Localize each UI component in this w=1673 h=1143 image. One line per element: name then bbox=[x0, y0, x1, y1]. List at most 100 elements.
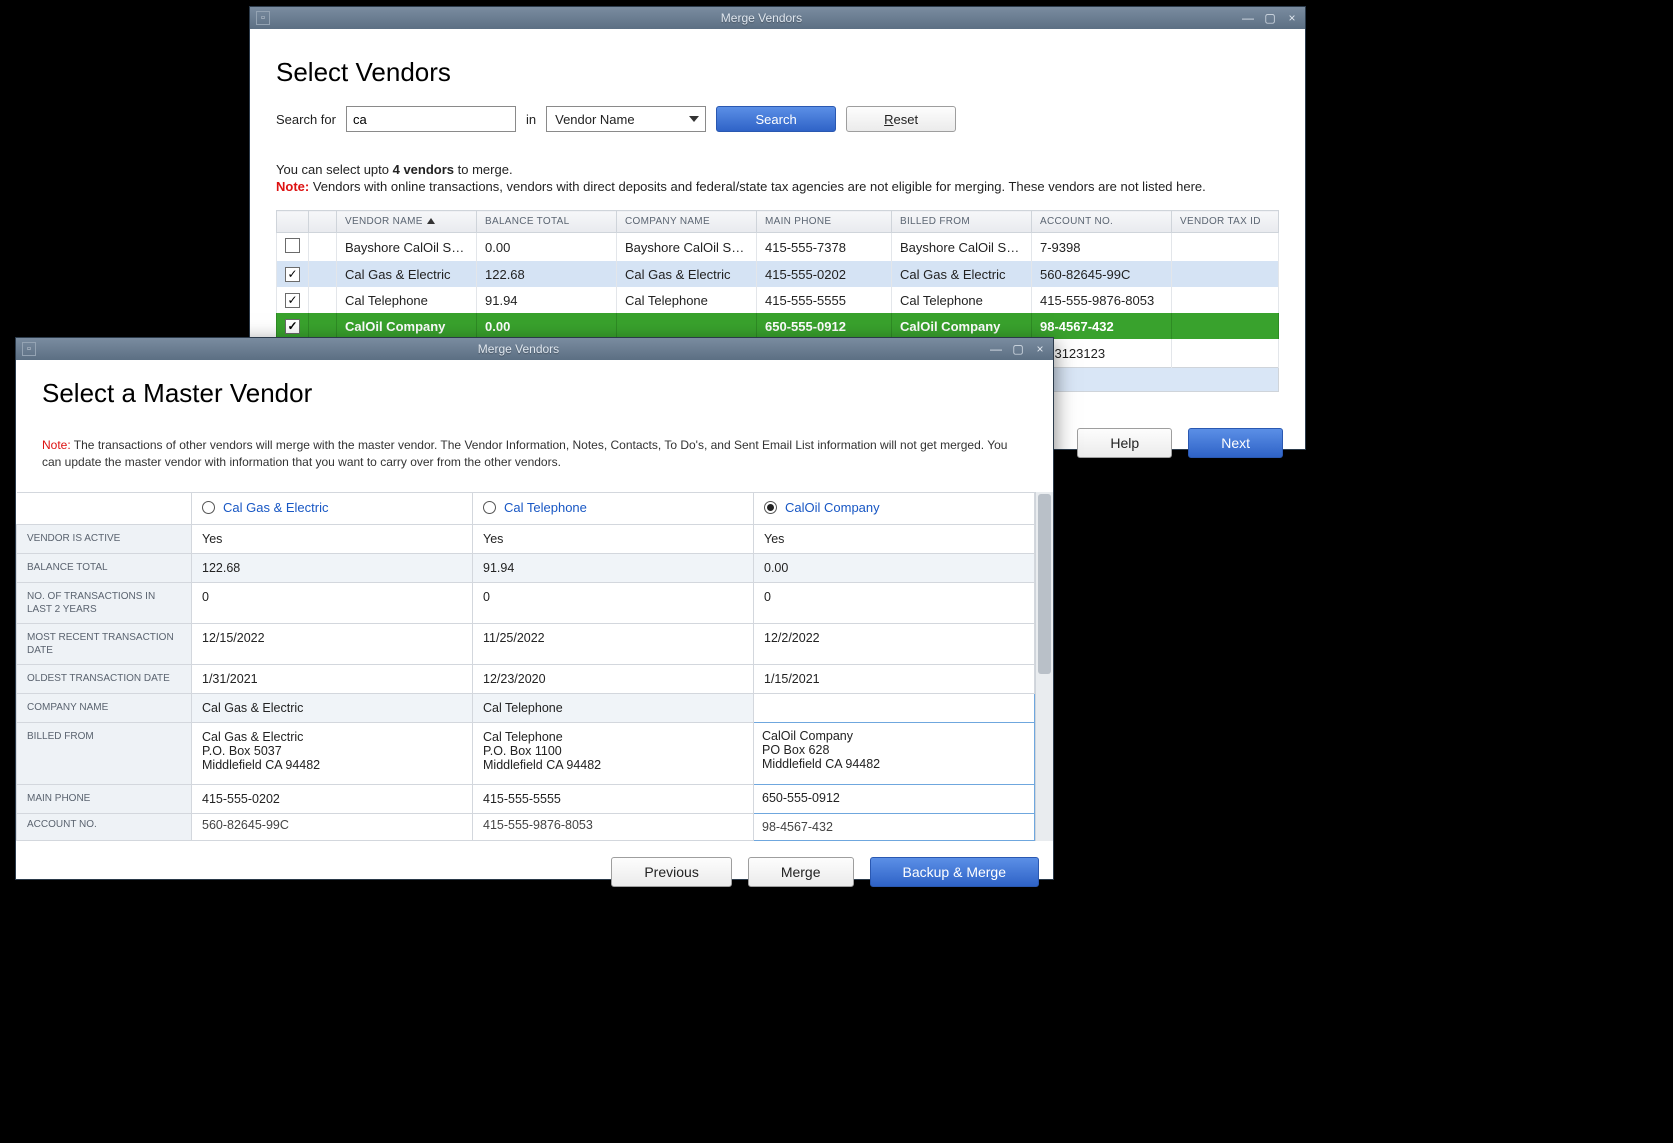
window-select-master-vendor: ▫ Merge Vendors — ▢ × Select a Master Ve… bbox=[15, 337, 1054, 880]
minimize-icon[interactable]: — bbox=[1241, 11, 1255, 25]
grid-row: NO. OF TRANSACTIONS IN LAST 2 YEARS000 bbox=[17, 582, 1035, 623]
grid-cell: 1/31/2021 bbox=[192, 664, 473, 693]
row-checkbox[interactable] bbox=[285, 293, 300, 308]
search-for-label: Search for bbox=[276, 112, 336, 127]
grid-cell: 415-555-5555 bbox=[473, 784, 754, 813]
grid-row: VENDOR IS ACTIVEYesYesYes bbox=[17, 524, 1035, 553]
col-vendor-name[interactable]: VENDOR NAME bbox=[337, 211, 477, 233]
col-checkbox[interactable] bbox=[277, 211, 309, 233]
grid-cell: Cal Gas & Electric bbox=[192, 693, 473, 722]
select-limit-info: You can select upto 4 vendors to merge. bbox=[276, 162, 1279, 177]
maximize-icon[interactable]: ▢ bbox=[1011, 342, 1025, 356]
grid-row: MOST RECENT TRANSACTION DATE12/15/202211… bbox=[17, 623, 1035, 664]
titlebar-back[interactable]: ▫ Merge Vendors — ▢ × bbox=[250, 7, 1305, 29]
grid-cell: Yes bbox=[473, 524, 754, 553]
grid-row: BILLED FROMCal Gas & Electric P.O. Box 5… bbox=[17, 722, 1035, 784]
vertical-scrollbar[interactable] bbox=[1035, 492, 1053, 841]
grid-cell: Yes bbox=[754, 524, 1035, 553]
col-vendor-tax-id[interactable]: VENDOR TAX ID bbox=[1172, 211, 1279, 233]
titlebar-front[interactable]: ▫ Merge Vendors — ▢ × bbox=[16, 338, 1053, 360]
grid-cell: 560-82645-99C bbox=[192, 813, 473, 840]
close-icon[interactable]: × bbox=[1285, 11, 1299, 25]
page-title: Select Vendors bbox=[276, 57, 1279, 88]
grid-cell: 12/15/2022 bbox=[192, 623, 473, 664]
grid-cell: 122.68 bbox=[192, 553, 473, 582]
window-title: Merge Vendors bbox=[48, 342, 989, 356]
row-label: MOST RECENT TRANSACTION DATE bbox=[17, 623, 192, 664]
master-vendor-grid: Cal Gas & Electric Cal Telephone CalOil … bbox=[16, 492, 1035, 841]
search-field-select[interactable]: Vendor Name bbox=[546, 106, 706, 132]
grid-cell[interactable] bbox=[754, 693, 1035, 722]
grid-row: MAIN PHONE415-555-0202415-555-5555650-55… bbox=[17, 784, 1035, 813]
col-blank bbox=[309, 211, 337, 233]
maximize-icon[interactable]: ▢ bbox=[1263, 11, 1277, 25]
col-account-no[interactable]: ACCOUNT NO. bbox=[1032, 211, 1172, 233]
col-main-phone[interactable]: MAIN PHONE bbox=[757, 211, 892, 233]
row-label: ACCOUNT NO. bbox=[17, 813, 192, 840]
grid-cell: 12/23/2020 bbox=[473, 664, 754, 693]
grid-row: OLDEST TRANSACTION DATE1/31/202112/23/20… bbox=[17, 664, 1035, 693]
col-balance-total[interactable]: BALANCE TOTAL bbox=[477, 211, 617, 233]
row-label: BALANCE TOTAL bbox=[17, 553, 192, 582]
grid-row: BALANCE TOTAL122.6891.940.00 bbox=[17, 553, 1035, 582]
row-label: BILLED FROM bbox=[17, 722, 192, 784]
table-row[interactable]: Cal Telephone91.94Cal Telephone415-555-5… bbox=[277, 287, 1279, 313]
table-row[interactable]: Cal Gas & Electric122.68Cal Gas & Electr… bbox=[277, 261, 1279, 287]
help-button[interactable]: Help bbox=[1077, 428, 1172, 458]
grid-cell: 0 bbox=[192, 582, 473, 623]
table-row[interactable]: CalOil Company0.00650-555-0912CalOil Com… bbox=[277, 313, 1279, 339]
col-billed-from[interactable]: BILLED FROM bbox=[892, 211, 1032, 233]
grid-cell: 91.94 bbox=[473, 553, 754, 582]
grid-cell: Cal Gas & Electric P.O. Box 5037 Middlef… bbox=[192, 722, 473, 784]
eligibility-note: Note: Vendors with online transactions, … bbox=[276, 179, 1279, 194]
grid-cell[interactable]: 98-4567-432 bbox=[754, 813, 1035, 840]
grid-row: COMPANY NAMECal Gas & ElectricCal Teleph… bbox=[17, 693, 1035, 722]
row-label: VENDOR IS ACTIVE bbox=[17, 524, 192, 553]
system-menu-icon[interactable]: ▫ bbox=[256, 11, 270, 25]
grid-cell: Yes bbox=[192, 524, 473, 553]
search-input[interactable] bbox=[346, 106, 516, 132]
search-field-value: Vendor Name bbox=[555, 112, 635, 127]
grid-cell: 415-555-9876-8053 bbox=[473, 813, 754, 840]
reset-button[interactable]: Reset bbox=[846, 106, 956, 132]
grid-cell: 415-555-0202 bbox=[192, 784, 473, 813]
page-title: Select a Master Vendor bbox=[42, 378, 1035, 409]
vendor-radio-1[interactable]: Cal Telephone bbox=[473, 492, 754, 524]
grid-row: ACCOUNT NO.560-82645-99C415-555-9876-805… bbox=[17, 813, 1035, 840]
chevron-down-icon bbox=[689, 116, 699, 122]
col-company-name[interactable]: COMPANY NAME bbox=[617, 211, 757, 233]
grid-cell: Cal Telephone bbox=[473, 693, 754, 722]
grid-cell[interactable]: CalOil Company PO Box 628 Middlefield CA… bbox=[754, 722, 1035, 784]
merge-button[interactable]: Merge bbox=[748, 857, 854, 887]
grid-cell: Cal Telephone P.O. Box 1100 Middlefield … bbox=[473, 722, 754, 784]
grid-cell: 12/2/2022 bbox=[754, 623, 1035, 664]
system-menu-icon[interactable]: ▫ bbox=[22, 342, 36, 356]
grid-cell: 0.00 bbox=[754, 553, 1035, 582]
grid-cell[interactable]: 650-555-0912 bbox=[754, 784, 1035, 813]
master-vendor-note: Note: The transactions of other vendors … bbox=[42, 437, 1027, 472]
row-label: COMPANY NAME bbox=[17, 693, 192, 722]
in-label: in bbox=[526, 112, 536, 127]
scrollbar-thumb[interactable] bbox=[1038, 494, 1051, 674]
next-button[interactable]: Next bbox=[1188, 428, 1283, 458]
grid-cell: 1/15/2021 bbox=[754, 664, 1035, 693]
sort-asc-icon bbox=[427, 218, 435, 224]
row-label: MAIN PHONE bbox=[17, 784, 192, 813]
grid-cell: 0 bbox=[754, 582, 1035, 623]
minimize-icon[interactable]: — bbox=[989, 342, 1003, 356]
backup-merge-button[interactable]: Backup & Merge bbox=[870, 857, 1040, 887]
row-label: NO. OF TRANSACTIONS IN LAST 2 YEARS bbox=[17, 582, 192, 623]
row-label: OLDEST TRANSACTION DATE bbox=[17, 664, 192, 693]
row-checkbox[interactable] bbox=[285, 238, 300, 253]
grid-cell: 0 bbox=[473, 582, 754, 623]
grid-cell: 11/25/2022 bbox=[473, 623, 754, 664]
table-row[interactable]: Bayshore CalOil Service0.00Bayshore CalO… bbox=[277, 233, 1279, 262]
close-icon[interactable]: × bbox=[1033, 342, 1047, 356]
previous-button[interactable]: Previous bbox=[611, 857, 731, 887]
row-checkbox[interactable] bbox=[285, 267, 300, 282]
search-button[interactable]: Search bbox=[716, 106, 836, 132]
row-checkbox[interactable] bbox=[285, 319, 300, 334]
window-title: Merge Vendors bbox=[282, 11, 1241, 25]
vendor-radio-2[interactable]: CalOil Company bbox=[754, 492, 1035, 524]
vendor-radio-0[interactable]: Cal Gas & Electric bbox=[192, 492, 473, 524]
